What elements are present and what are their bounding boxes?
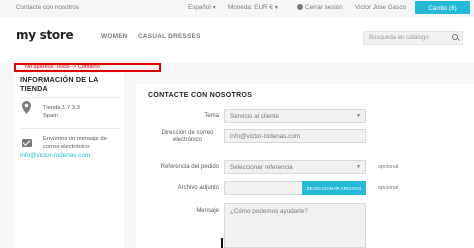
chevron-down-icon: ▼ [356,113,361,119]
store-email-link[interactable]: info@victor-rodenas.com [20,152,90,160]
store-info-panel: INFORMACIÓN DE LA TIENDA Tienda 1.7.3.3 Sp… [14,73,124,248]
envelope-icon [22,139,32,147]
order-reference-value: Seleccionar referencia [230,164,293,171]
chevron-down-icon: ▼ [356,164,361,170]
breadcrumb-error-annotation: No aparece "Inicio -> Contacto" [14,63,161,72]
account-link[interactable]: Victor Jose Gasco [355,4,406,11]
divider [20,128,120,129]
contact-link[interactable]: Contacte con nosotros [16,4,79,11]
store-info-title: INFORMACIÓN DE LA TIENDA [20,75,98,93]
site-header: my store WOMEN CASUAL DRESSES Búsqueda e… [0,17,474,63]
user-icon [297,4,303,10]
attachment-optional: opcional [378,185,399,191]
language-selector[interactable]: Español▼ [188,4,217,11]
cart-label: Carrito (6) [428,5,457,12]
search-icon[interactable] [452,34,458,40]
chevron-down-icon: ▼ [273,5,279,11]
email-line1: Envíenos un mensaje de [43,136,107,142]
language-label: Español [188,4,211,11]
address-line1: Tienda 1.7.3.3 [43,105,80,111]
order-reference-optional: opcional [378,164,399,170]
store-logo[interactable]: my store [16,28,74,42]
order-reference-label: Referencia del pedido [160,164,219,170]
top-bar: Contacte con nosotros Español▼ Moneda: E… [0,0,474,17]
currency-label: Moneda: EUR € [228,4,273,11]
search-input[interactable]: Búsqueda en catálogo [363,31,463,45]
contact-form-title: CONTACTE CON NOSOTROS [148,92,253,99]
signout-link[interactable]: Cerrar sesión [297,4,343,11]
text-cursor-icon [221,238,223,248]
email-field[interactable]: info@victor-rodenas.com [224,129,366,143]
search-placeholder: Búsqueda en catálogo [369,35,429,41]
currency-selector[interactable]: Moneda: EUR €▼ [228,4,279,11]
divider [20,97,120,98]
address-line2: Spain [43,113,58,119]
select-file-button[interactable]: SELECCIONAR ARCHIVO [302,181,366,195]
store-info-title-line1: INFORMACIÓN DE LA [20,75,99,84]
store-address: Tienda 1.7.3.3 Spain [43,104,80,120]
email-label-line1: Dirección de correo [161,130,214,136]
message-textarea[interactable]: ¿Cómo podemos ayudarle? [224,203,366,248]
email-label-line2: electrónico [172,137,202,143]
contact-form-panel: CONTACTE CON NOSOTROS Tema Servicio al c… [136,84,474,248]
cart-button[interactable]: 🛒 Carrito (6) [415,1,470,14]
location-pin-icon [22,101,31,114]
store-email-text: Envíenos un mensaje de correo electrónico… [43,135,107,151]
subject-select[interactable]: Servicio al cliente ▼ [224,109,366,123]
order-reference-select[interactable]: Seleccionar referencia ▼ [224,160,366,174]
attachment-label: Archivo adjunto [177,185,219,191]
chevron-down-icon: ▼ [211,5,217,11]
subject-value: Servicio al cliente [230,113,279,120]
subject-label: Tema [204,113,219,119]
nav-casual-dresses[interactable]: CASUAL DRESSES [138,33,201,40]
signout-label: Cerrar sesión [305,4,343,11]
message-label: Mensaje [196,208,219,214]
message-placeholder: ¿Cómo podemos ayudarle? [230,208,308,215]
store-info-title-line2: TIENDA [20,84,48,93]
nav-women[interactable]: WOMEN [101,33,128,40]
email-label: Dirección de correo electrónico [156,130,219,144]
email-value: info@victor-rodenas.com [230,133,301,140]
attachment-file-input[interactable] [224,181,303,195]
email-line2: correo electrónico: [43,144,91,150]
